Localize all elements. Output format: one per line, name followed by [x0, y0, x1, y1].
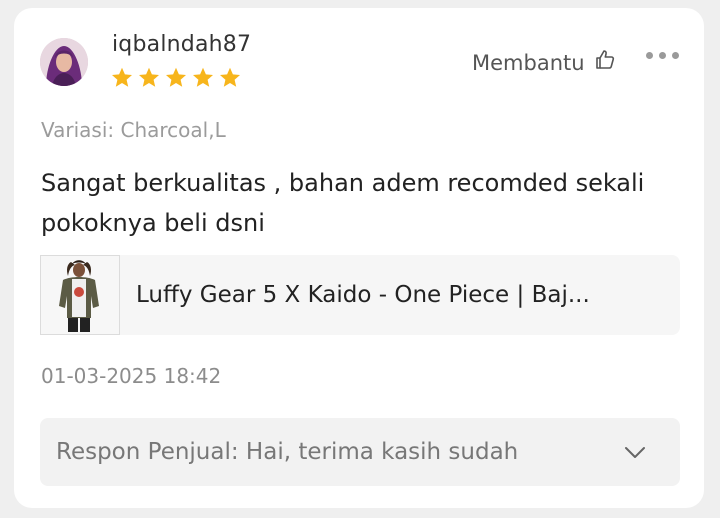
helpful-label: Membantu	[472, 50, 585, 75]
product-title: Luffy Gear 5 X Kaido - One Piece | Baj..…	[136, 282, 590, 308]
review-text: Sangat berkualitas , bahan adem recomded…	[41, 169, 645, 237]
seller-response-preview: Respon Penjual: Hai, terima kasih sudah	[56, 439, 519, 465]
product-link[interactable]: Luffy Gear 5 X Kaido - One Piece | Baj..…	[40, 255, 680, 335]
product-thumbnail	[40, 255, 120, 335]
star-icon	[166, 67, 186, 87]
seller-response-toggle[interactable]: Respon Penjual: Hai, terima kasih sudah	[40, 418, 680, 486]
thumbs-up-icon	[593, 48, 617, 77]
chevron-down-icon[interactable]	[622, 440, 648, 466]
variation-label: Variasi: Charcoal,L	[41, 118, 226, 142]
star-rating	[110, 66, 242, 90]
star-icon	[220, 67, 240, 87]
helpful-button[interactable]: Membantu	[472, 48, 617, 77]
avatar[interactable]	[40, 38, 88, 86]
star-icon	[193, 67, 213, 87]
more-options-icon[interactable]	[646, 52, 679, 59]
review-card: iqbalndah87 Membantu Variasi: Charcoal,L…	[14, 8, 704, 508]
star-icon	[139, 67, 159, 87]
reviewer-username[interactable]: iqbalndah87	[112, 32, 251, 57]
avatar-image	[40, 38, 88, 86]
star-icon	[112, 67, 132, 87]
review-timestamp: 01-03-2025 18:42	[41, 364, 222, 388]
